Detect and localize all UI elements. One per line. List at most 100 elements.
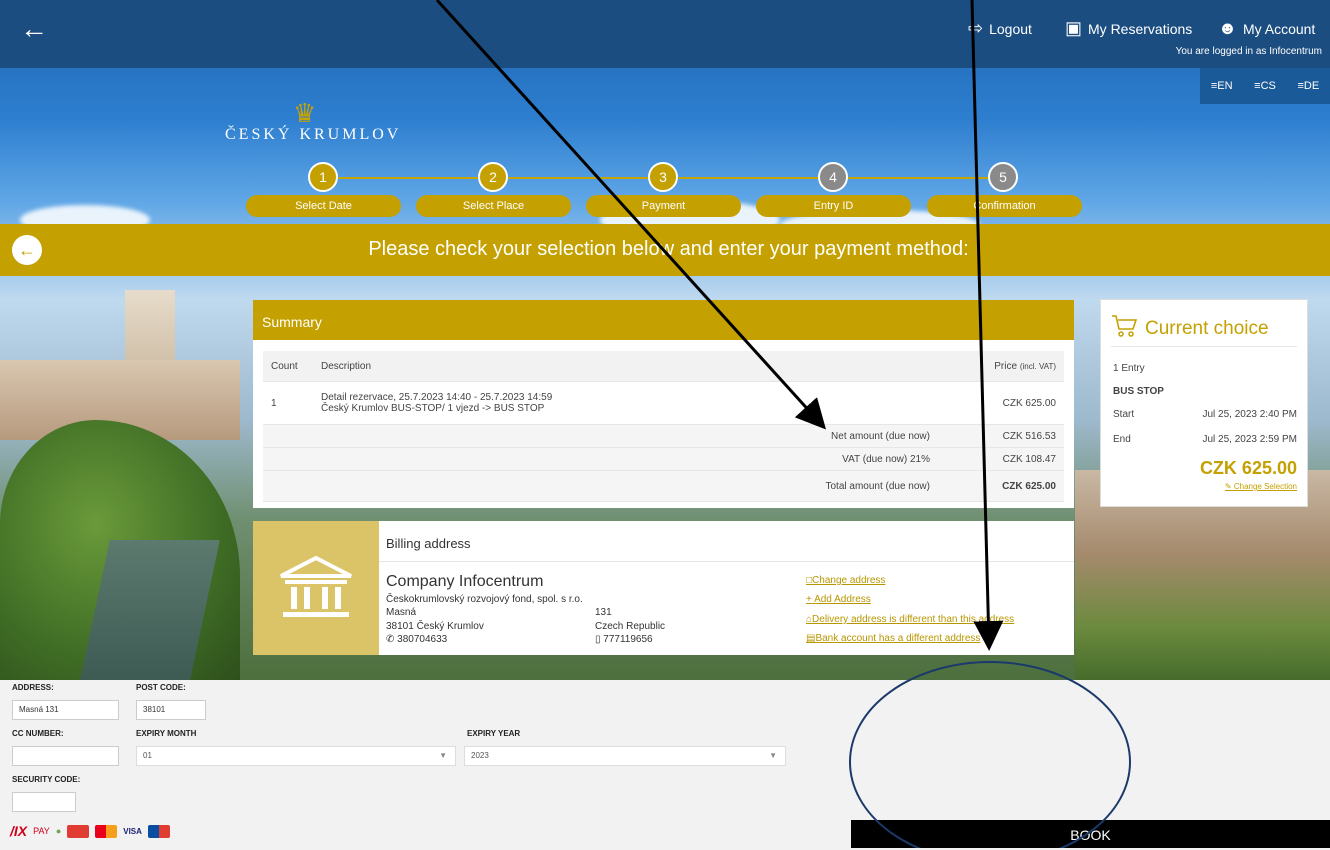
- plus-icon: +: [806, 594, 812, 605]
- total-value: CZK 625.00: [938, 470, 1064, 502]
- pay-brand: PAY: [33, 826, 50, 836]
- step-1-circle: 1: [308, 162, 338, 192]
- cc-number-label: CC NUMBER:: [12, 729, 64, 738]
- step-payment[interactable]: Payment: [586, 195, 741, 217]
- country: Czech Republic: [595, 621, 666, 632]
- security-code-input[interactable]: [12, 792, 76, 812]
- my-reservations-link[interactable]: ▣ My Reservations: [1065, 18, 1192, 39]
- current-choice-panel: Current choice 1 Entry BUS STOP Start Ju…: [1100, 299, 1308, 507]
- book-button[interactable]: BOOK: [851, 820, 1330, 848]
- security-code-label: SECURITY CODE:: [12, 775, 81, 784]
- expiry-month-label: EXPIRY MONTH: [136, 729, 197, 738]
- card-logo-icon: [67, 824, 90, 838]
- back-arrow-icon[interactable]: ←: [20, 14, 48, 44]
- table-row: 1 Detail rezervace, 25.7.2023 14:40 - 25…: [263, 381, 1064, 425]
- col-description: Description: [313, 351, 938, 382]
- add-address-link[interactable]: + Add Address: [806, 594, 871, 605]
- current-choice-title: Current choice: [1111, 314, 1269, 344]
- col-count: Count: [263, 351, 313, 382]
- vat-row: VAT (due now) 21% CZK 108.47: [263, 447, 1064, 471]
- bank-icon: [253, 521, 379, 655]
- vat-label: VAT (due now) 21%: [263, 447, 938, 471]
- row-price: CZK 625.00: [938, 381, 1064, 425]
- summary-title: Summary: [253, 300, 1074, 340]
- postcode-label: POST CODE:: [136, 683, 186, 692]
- total-row: Total amount (due now) CZK 625.00: [263, 470, 1064, 502]
- six-pay-logo: /IX: [10, 823, 28, 839]
- logout-label: Logout: [989, 20, 1032, 37]
- net-value: CZK 516.53: [938, 424, 1064, 448]
- step-3-circle: 3: [648, 162, 678, 192]
- vat-value: CZK 108.47: [938, 447, 1064, 471]
- bank-address-link[interactable]: ▤Bank account has a different address: [806, 633, 980, 644]
- address-label: ADDRESS:: [12, 683, 54, 692]
- lang-de[interactable]: ≡DE: [1297, 80, 1319, 92]
- expiry-year-select[interactable]: 2023 ▼: [464, 746, 786, 766]
- banner-text: Please check your selection below and en…: [368, 238, 969, 260]
- billing-title: Billing address: [379, 521, 1074, 562]
- language-switcher: ≡EN ≡CS ≡DE: [1200, 68, 1330, 104]
- payment-logos: /IX PAY ● VISA: [10, 823, 170, 839]
- row-count: 1: [263, 381, 313, 425]
- change-address-link[interactable]: □Change address: [806, 575, 885, 586]
- step-select-date[interactable]: Select Date: [246, 195, 401, 217]
- step-entry-id[interactable]: Entry ID: [756, 195, 911, 217]
- logo-text: ČESKÝ KRUMLOV: [225, 126, 402, 143]
- my-account-link[interactable]: ☻ My Account: [1218, 18, 1315, 39]
- cart-icon: [1111, 314, 1138, 344]
- summary-table: Count Description Price (incl. VAT) 1 De…: [263, 351, 1064, 502]
- visa-logo: VISA: [123, 826, 142, 836]
- logout-icon: ⇨: [968, 18, 984, 38]
- mobile-icon: ▯: [595, 634, 601, 645]
- col-price: Price (incl. VAT): [938, 351, 1064, 382]
- crown-icon: ♛: [293, 98, 317, 128]
- lang-cs[interactable]: ≡CS: [1254, 80, 1276, 92]
- step-confirmation[interactable]: Confirmation: [927, 195, 1082, 217]
- lock-icon: ●: [55, 826, 62, 836]
- choice-entries: 1 Entry: [1113, 363, 1145, 374]
- expiry-year-label: EXPIRY YEAR: [467, 729, 521, 738]
- row-description: Detail rezervace, 25.7.2023 14:40 - 25.7…: [313, 381, 938, 425]
- street: Masná: [386, 607, 417, 618]
- choice-start-value: Jul 25, 2023 2:40 PM: [1202, 409, 1297, 420]
- phone: ✆ 380704633: [386, 634, 448, 645]
- choice-end-label: End: [1113, 434, 1131, 445]
- user-icon: ☻: [1218, 18, 1237, 38]
- ticket-icon: ▣: [1065, 18, 1083, 38]
- cesky-krumlov-logo: ♛ ČESKÝ KRUMLOV: [225, 100, 405, 144]
- step-select-place[interactable]: Select Place: [416, 195, 571, 217]
- choice-start-label: Start: [1113, 409, 1135, 420]
- street-number: 131: [595, 607, 612, 618]
- net-label: Net amount (due now): [263, 424, 938, 448]
- choice-total: CZK 625.00: [1199, 458, 1297, 478]
- choice-place: BUS STOP: [1113, 386, 1164, 397]
- delivery-address-link[interactable]: ⌂Delivery address is different than this…: [806, 614, 1014, 625]
- chevron-down-icon: ▼: [439, 751, 447, 760]
- expiry-month-select[interactable]: 01 ▼: [136, 746, 456, 766]
- city: 38101 Český Krumlov: [386, 621, 484, 632]
- divider: [1111, 346, 1297, 347]
- summary-panel: Summary Count Description Price (incl. V…: [253, 300, 1074, 508]
- phone-icon: ✆: [386, 634, 395, 645]
- reservations-label: My Reservations: [1088, 20, 1193, 37]
- total-label: Total amount (due now): [263, 470, 938, 502]
- account-label: My Account: [1242, 20, 1316, 37]
- cc-number-input[interactable]: [12, 746, 119, 766]
- step-2-circle: 2: [478, 162, 508, 192]
- lang-en[interactable]: ≡EN: [1211, 80, 1233, 92]
- maestro-icon: [147, 824, 170, 838]
- postcode-input[interactable]: 38101: [136, 700, 206, 720]
- mastercard-icon: [95, 824, 118, 838]
- billing-panel: Billing address Company Infocentrum Česk…: [253, 521, 1074, 655]
- address-input[interactable]: Masná 131: [12, 700, 119, 720]
- company-fund: Českokrumlovský rozvojový fond, spol. s …: [386, 594, 583, 605]
- company-name: Company Infocentrum: [386, 573, 544, 590]
- change-selection-link[interactable]: ✎ Change Selection: [1225, 482, 1297, 491]
- mobile: ▯ 777119656: [595, 634, 653, 645]
- logged-in-status: You are logged in as Infocentrum: [1175, 46, 1322, 57]
- step-4-circle: 4: [818, 162, 848, 192]
- chevron-down-icon: ▼: [769, 751, 777, 760]
- logout-link[interactable]: ⇨ Logout: [968, 18, 1032, 39]
- net-row: Net amount (due now) CZK 516.53: [263, 424, 1064, 448]
- step-5-circle: 5: [988, 162, 1018, 192]
